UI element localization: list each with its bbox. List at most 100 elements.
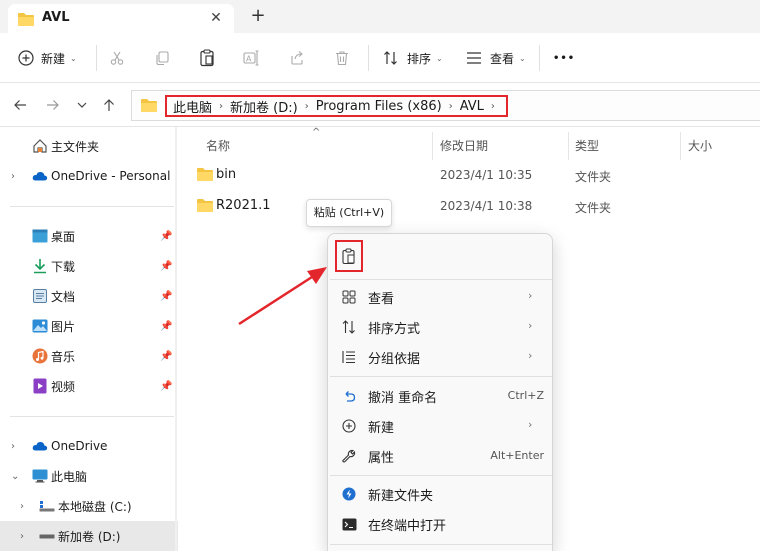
column-divider[interactable] [568, 132, 569, 160]
column-divider[interactable] [432, 132, 433, 160]
menu-item-new[interactable]: 新建 › [332, 412, 550, 440]
new-tab-button[interactable]: + [247, 6, 269, 28]
up-arrow-icon[interactable] [99, 95, 119, 115]
sidebar-item-home[interactable]: 主文件夹 [0, 131, 178, 161]
chevron-down-icon[interactable] [72, 95, 92, 115]
back-arrow-icon[interactable] [10, 95, 30, 115]
sidebar-item-music[interactable]: 音乐 📌 [0, 341, 178, 371]
menu-separator [330, 475, 552, 476]
menu-item-group-by[interactable]: 分组依据 › [332, 343, 550, 371]
menu-item-undo-rename[interactable]: 撤消 重命名 Ctrl+Z [332, 382, 550, 410]
cut-icon[interactable] [105, 46, 129, 70]
terminal-icon [341, 516, 357, 532]
new-button[interactable]: 新建 ⌄ [18, 45, 77, 71]
close-icon[interactable]: ✕ [206, 8, 226, 28]
sidebar-item-label: 新加卷 (D:) [58, 529, 121, 544]
wrench-icon [341, 448, 357, 464]
sidebar-item-desktop[interactable]: 桌面 📌 [0, 221, 178, 251]
folder-icon [197, 198, 213, 215]
pin-icon[interactable]: 📌 [160, 231, 172, 242]
chevron-right-icon[interactable]: › [491, 101, 495, 112]
file-type: 文件夹 [575, 201, 612, 215]
sort-icon [341, 319, 357, 335]
pictures-icon [32, 318, 48, 334]
chevron-right-icon[interactable]: › [11, 171, 15, 182]
menu-item-label: 撤消 重命名 [368, 391, 438, 406]
more-icon[interactable]: ••• [553, 45, 575, 71]
file-name: R2021.1 [216, 198, 271, 213]
tab-avl[interactable]: AVL ✕ [8, 4, 234, 33]
sidebar-item-downloads[interactable]: 下载 📌 [0, 251, 178, 281]
sidebar-item-videos[interactable]: 视频 📌 [0, 371, 178, 401]
forward-arrow-icon[interactable] [43, 95, 63, 115]
chevron-down-icon[interactable]: ⌄ [11, 471, 19, 482]
menu-item-new-folder[interactable]: 新建文件夹 [332, 480, 550, 508]
sidebar-item-this-pc[interactable]: ⌄ 此电脑 [0, 461, 178, 491]
menu-item-properties[interactable]: 属性 Alt+Enter [332, 442, 550, 470]
share-icon[interactable] [285, 46, 309, 70]
computer-icon [32, 468, 48, 484]
pin-icon[interactable]: 📌 [160, 291, 172, 302]
document-icon [32, 288, 48, 304]
breadcrumb-avl[interactable]: AVL [460, 99, 484, 114]
menu-item-label: 排序方式 [368, 322, 421, 337]
sidebar-item-onedrive-personal[interactable]: › OneDrive - Personal [0, 161, 178, 191]
menu-item-open-terminal[interactable]: 在终端中打开 [332, 510, 550, 538]
chevron-right-icon: › [528, 319, 533, 332]
pin-icon[interactable]: 📌 [160, 321, 172, 332]
sidebar-item-drive-d[interactable]: › 新加卷 (D:) [0, 521, 178, 551]
sidebar-item-label: 下载 [51, 259, 76, 274]
menu-item-sort-by[interactable]: 排序方式 › [332, 313, 550, 341]
rename-icon[interactable]: A [240, 46, 264, 70]
sidebar-item-label: 本地磁盘 (C:) [58, 499, 132, 514]
breadcrumb: 此电脑 › 新加卷 (D:) › Program Files (x86) › A… [165, 95, 508, 117]
chevron-right-icon[interactable]: › [11, 441, 15, 452]
table-row[interactable]: bin 2023/4/1 10:35 文件夹 [190, 161, 760, 189]
sort-button[interactable]: 排序 ⌄ [383, 45, 443, 71]
pin-icon[interactable]: 📌 [160, 381, 172, 392]
table-row[interactable]: R2021.1 2023/4/1 10:38 文件夹 [190, 192, 760, 220]
paste-button[interactable] [335, 240, 363, 272]
copy-icon[interactable] [150, 46, 174, 70]
sidebar-item-drive-c[interactable]: › 本地磁盘 (C:) [0, 491, 178, 521]
menu-separator [330, 376, 552, 377]
navigation-pane: 主文件夹 › OneDrive - Personal 桌面 📌 下载 📌 文档 … [0, 127, 178, 551]
chevron-right-icon[interactable]: › [219, 101, 223, 112]
chevron-right-icon[interactable]: › [449, 101, 453, 112]
file-modified: 2023/4/1 10:35 [440, 168, 533, 182]
breadcrumb-drive-d[interactable]: 新加卷 (D:) [230, 97, 298, 116]
chevron-down-icon: ⌄ [519, 53, 526, 63]
breadcrumb-program-files[interactable]: Program Files (x86) [316, 99, 442, 114]
column-header-type[interactable]: 类型 [575, 137, 599, 154]
pin-icon[interactable]: 📌 [160, 261, 172, 272]
column-header-size[interactable]: 大小 [688, 137, 712, 154]
sidebar-divider [10, 416, 174, 417]
folder-icon [197, 167, 213, 184]
video-icon [32, 378, 48, 394]
sidebar-scrollbar[interactable] [175, 127, 177, 551]
pin-icon[interactable]: 📌 [160, 351, 172, 362]
menu-separator [330, 279, 552, 280]
chevron-right-icon[interactable]: › [305, 101, 309, 112]
shortcut-label: Alt+Enter [490, 449, 544, 462]
column-header-modified[interactable]: 修改日期 [440, 137, 488, 154]
sidebar-item-pictures[interactable]: 图片 📌 [0, 311, 178, 341]
sidebar-item-documents[interactable]: 文档 📌 [0, 281, 178, 311]
view-button[interactable]: 查看 ⌄ [466, 45, 526, 71]
sidebar-item-label: OneDrive - Personal [51, 169, 171, 183]
column-header-name[interactable]: 名称 [206, 137, 230, 154]
chevron-right-icon[interactable]: › [20, 501, 24, 512]
menu-item-view[interactable]: 查看 › [332, 283, 550, 311]
breadcrumb-this-pc[interactable]: 此电脑 [173, 97, 212, 116]
drive-icon [39, 528, 55, 544]
chevron-right-icon[interactable]: › [20, 531, 24, 542]
column-divider[interactable] [680, 132, 681, 160]
menu-item-label: 分组依据 [368, 352, 421, 367]
address-bar[interactable]: 此电脑 › 新加卷 (D:) › Program Files (x86) › A… [131, 90, 760, 121]
delete-icon[interactable] [330, 46, 354, 70]
sidebar-item-onedrive[interactable]: › OneDrive [0, 431, 178, 461]
grid-icon [341, 289, 357, 305]
paste-icon[interactable] [195, 46, 219, 70]
sidebar-item-label: 桌面 [51, 229, 76, 244]
sort-button-label: 排序 [407, 51, 432, 66]
